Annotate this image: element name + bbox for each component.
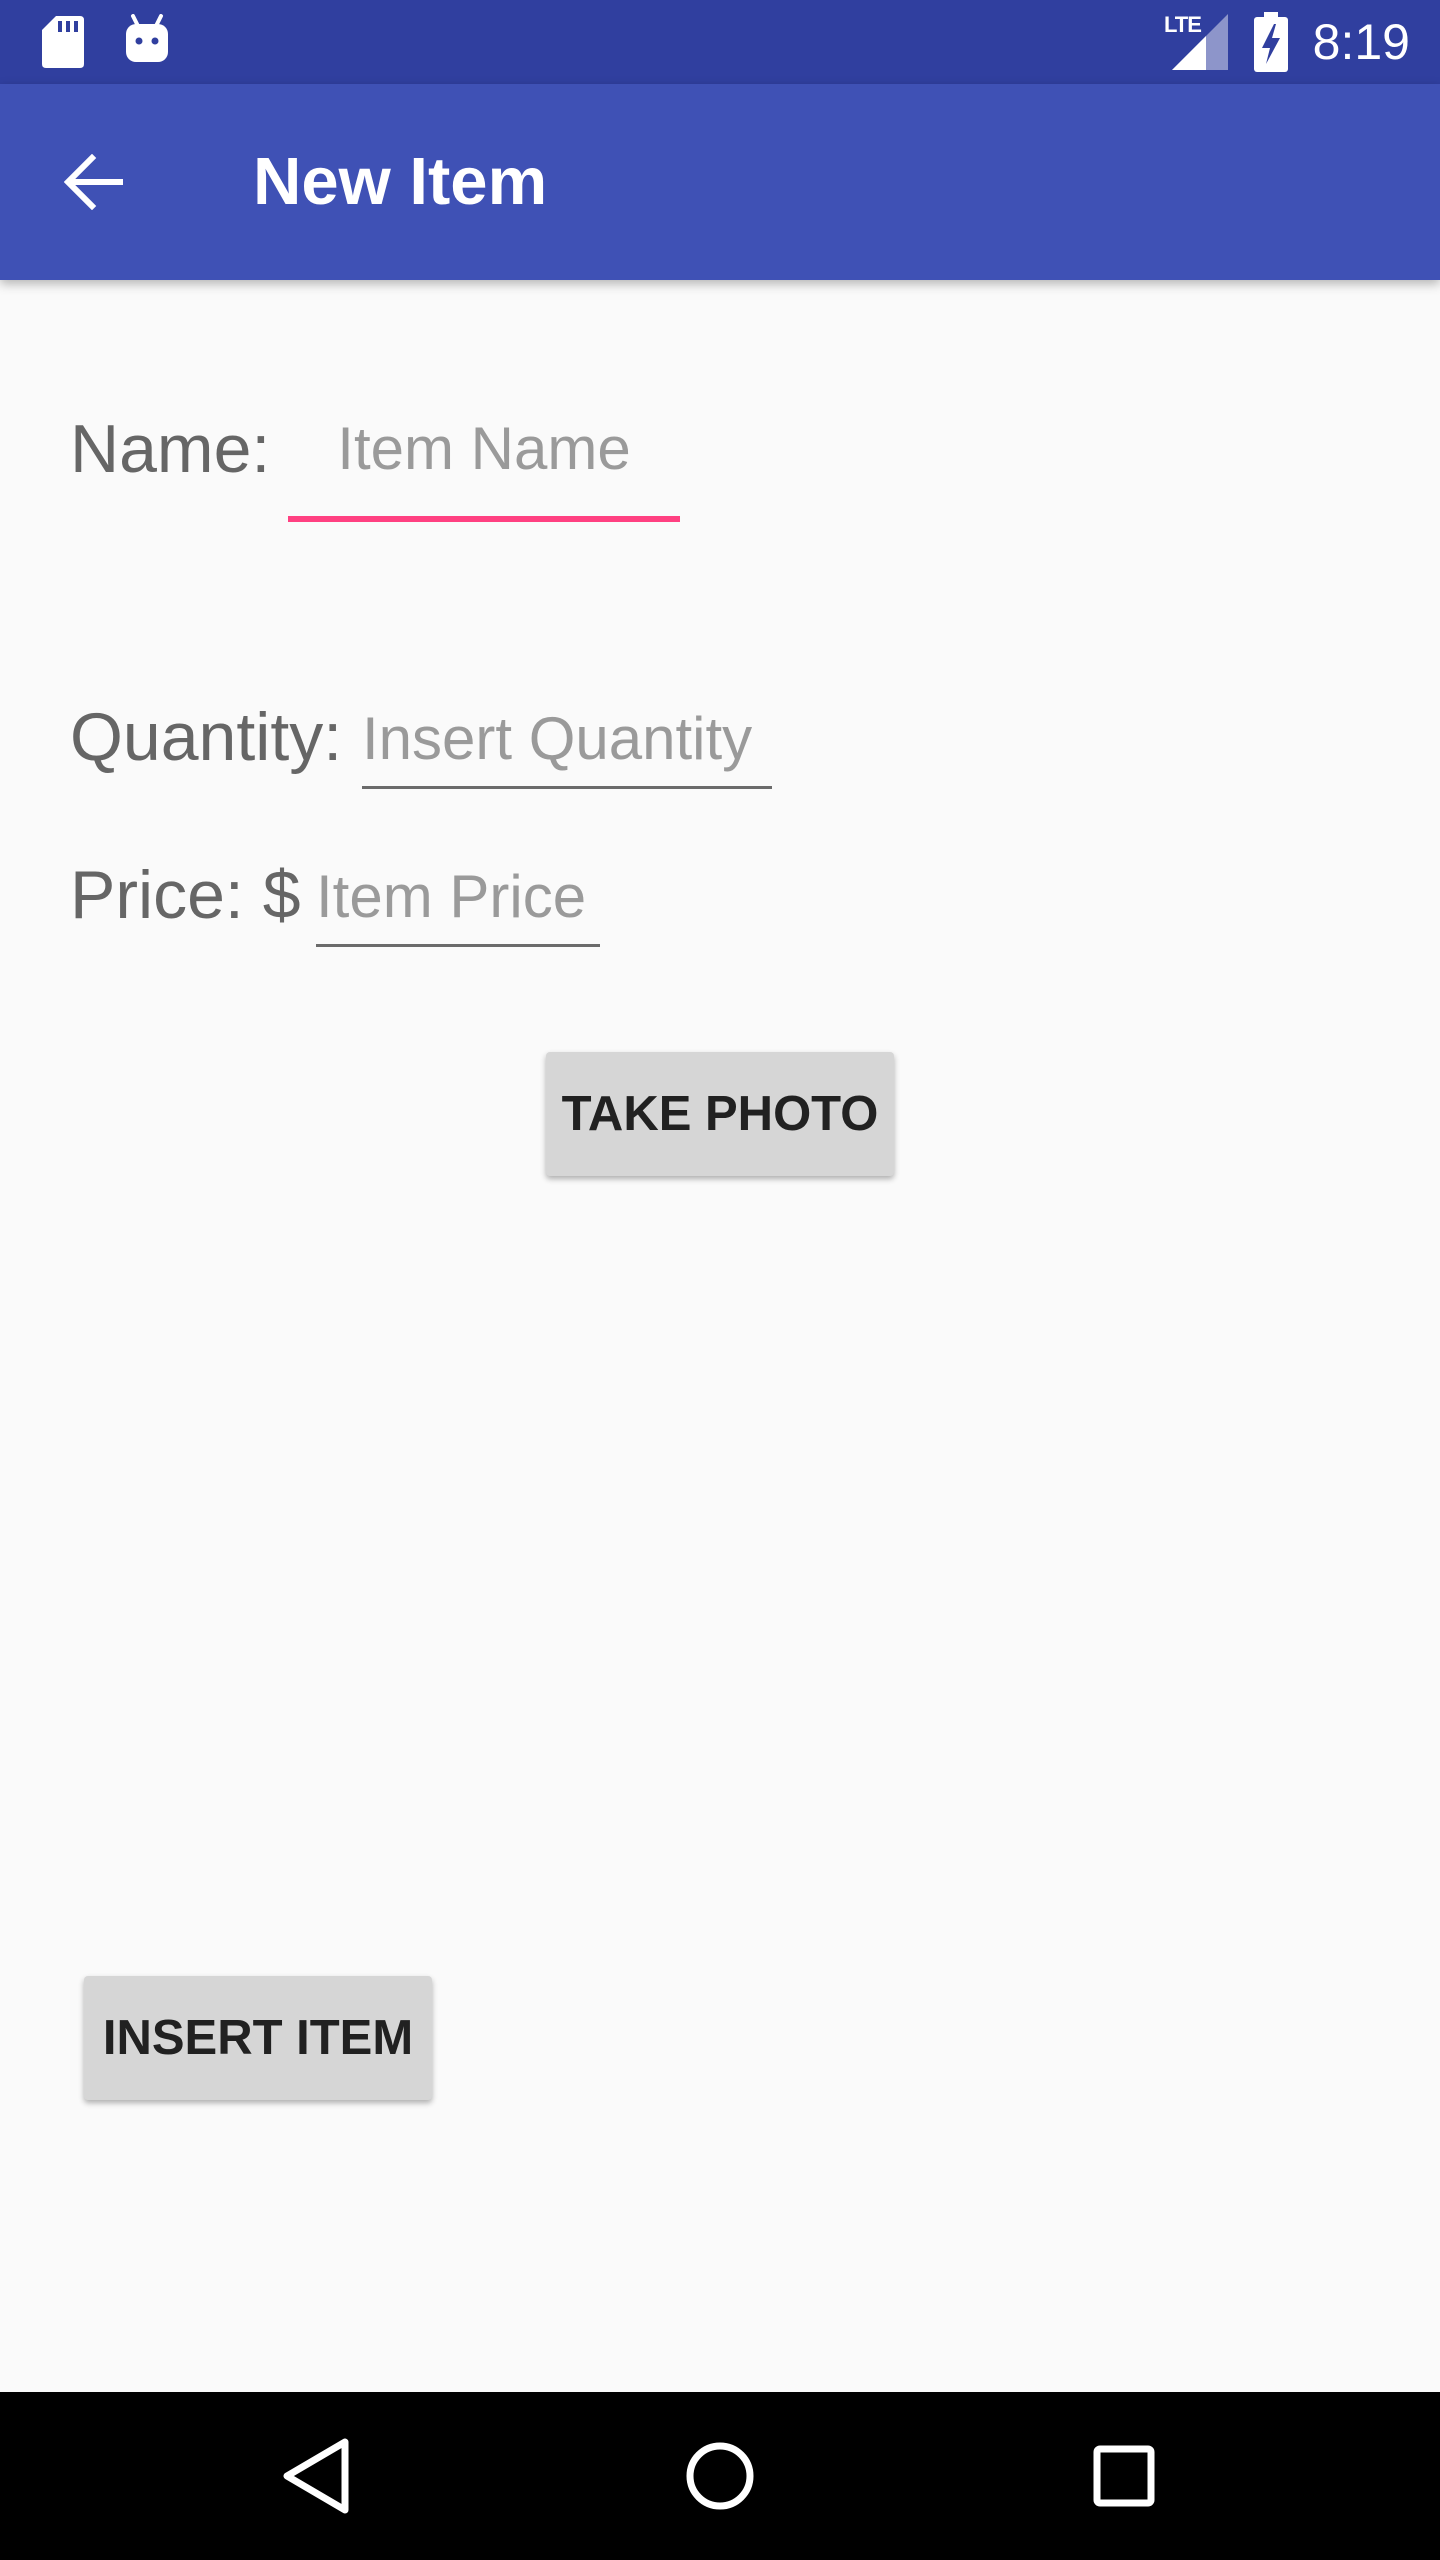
price-input-underline <box>316 944 600 947</box>
app-bar: New Item <box>0 84 1440 280</box>
insert-item-button[interactable]: INSERT ITEM <box>84 1976 432 2100</box>
nav-back-button[interactable] <box>252 2412 380 2540</box>
screen: LTE 8:19 New Item Name: Quantity: Price:… <box>0 0 1440 2560</box>
quantity-input[interactable] <box>362 694 772 784</box>
sd-card-icon <box>42 16 84 68</box>
lte-label: LTE <box>1164 12 1202 37</box>
recents-square-icon <box>1093 2445 1155 2507</box>
battery-charging-icon <box>1254 12 1288 72</box>
navigation-bar <box>0 2392 1440 2560</box>
quantity-input-underline <box>362 786 772 789</box>
take-photo-button[interactable]: TAKE PHOTO <box>546 1052 894 1176</box>
home-circle-icon <box>686 2442 754 2510</box>
status-time: 8:19 <box>1312 14 1410 70</box>
arrow-back-icon <box>64 154 123 210</box>
status-bar: LTE 8:19 <box>0 0 1440 84</box>
back-triangle-icon <box>283 2438 349 2514</box>
nav-recents-button[interactable] <box>1060 2412 1188 2540</box>
price-label: Price: $ <box>70 857 301 933</box>
quantity-label: Quantity: <box>70 699 343 775</box>
name-label: Name: <box>70 411 271 487</box>
name-input-underline <box>288 516 680 522</box>
nav-home-button[interactable] <box>656 2412 784 2540</box>
price-input[interactable] <box>316 852 600 942</box>
page-title: New Item <box>253 144 548 219</box>
back-button[interactable] <box>46 134 142 230</box>
android-icon <box>126 14 168 62</box>
name-input[interactable] <box>288 404 680 494</box>
